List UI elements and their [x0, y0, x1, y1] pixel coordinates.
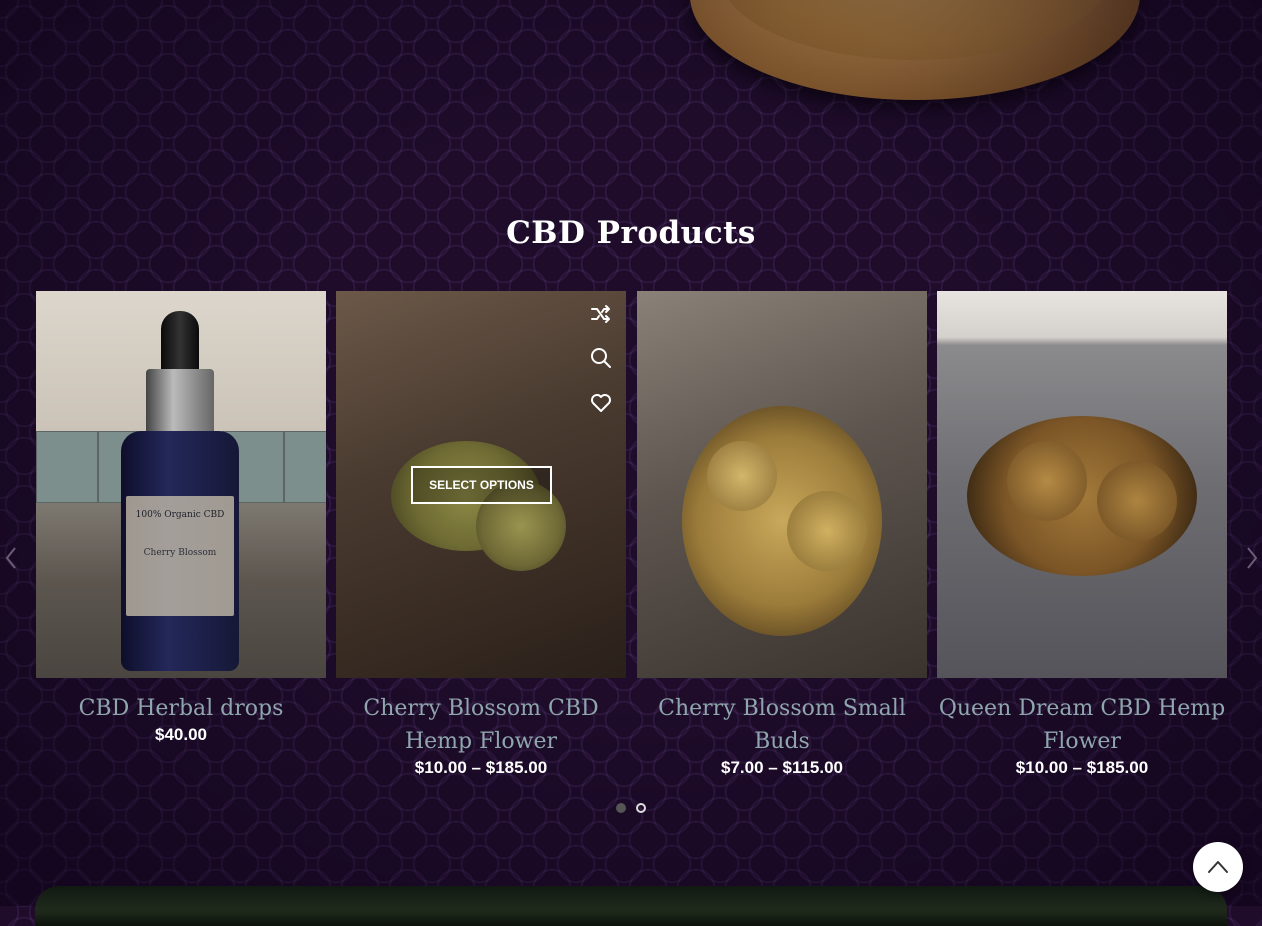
- product-price: $40.00: [155, 725, 207, 744]
- chevron-right-icon[interactable]: [1245, 545, 1259, 571]
- product-price: $7.00 – $115.00: [721, 758, 843, 777]
- decorative-wooden-plate: [690, 0, 1140, 100]
- product-card[interactable]: 100% Organic CBD Cherry Blossom CBD Herb…: [36, 291, 326, 745]
- select-options-button[interactable]: SELECT OPTIONS: [411, 466, 552, 504]
- product-image[interactable]: 100% Organic CBD Cherry Blossom: [36, 291, 326, 678]
- search-icon[interactable]: [588, 345, 614, 371]
- product-image[interactable]: SELECT OPTIONS: [336, 291, 626, 678]
- next-section-banner: [35, 886, 1227, 926]
- product-title[interactable]: Cherry Blossom CBD Hemp Flower: [336, 692, 626, 758]
- shuffle-icon[interactable]: [588, 301, 614, 327]
- heart-icon[interactable]: [588, 390, 614, 416]
- product-card[interactable]: Cherry Blossom Small Buds $7.00 – $115.0…: [637, 291, 927, 778]
- product-card[interactable]: Queen Dream CBD Hemp Flower $10.00 – $18…: [937, 291, 1227, 778]
- product-image[interactable]: [937, 291, 1227, 678]
- product-card[interactable]: SELECT OPTIONS Cherry Blossom CBD Hemp F…: [336, 291, 626, 778]
- product-price: $10.00 – $185.00: [1015, 758, 1149, 777]
- carousel-dot-1[interactable]: [616, 803, 626, 813]
- product-title[interactable]: Cherry Blossom Small Buds: [637, 692, 927, 758]
- chevron-up-icon: [1208, 861, 1228, 873]
- product-image[interactable]: [637, 291, 927, 678]
- product-price: $10.00 – $185.00: [414, 758, 548, 777]
- section-title: CBD Products: [506, 215, 756, 251]
- carousel-dot-2[interactable]: [636, 803, 646, 813]
- chevron-left-icon[interactable]: [4, 545, 18, 571]
- product-title[interactable]: Queen Dream CBD Hemp Flower: [937, 692, 1227, 758]
- product-title[interactable]: CBD Herbal drops: [36, 692, 326, 725]
- scroll-to-top-button[interactable]: [1193, 842, 1243, 892]
- carousel-pagination: [616, 803, 646, 813]
